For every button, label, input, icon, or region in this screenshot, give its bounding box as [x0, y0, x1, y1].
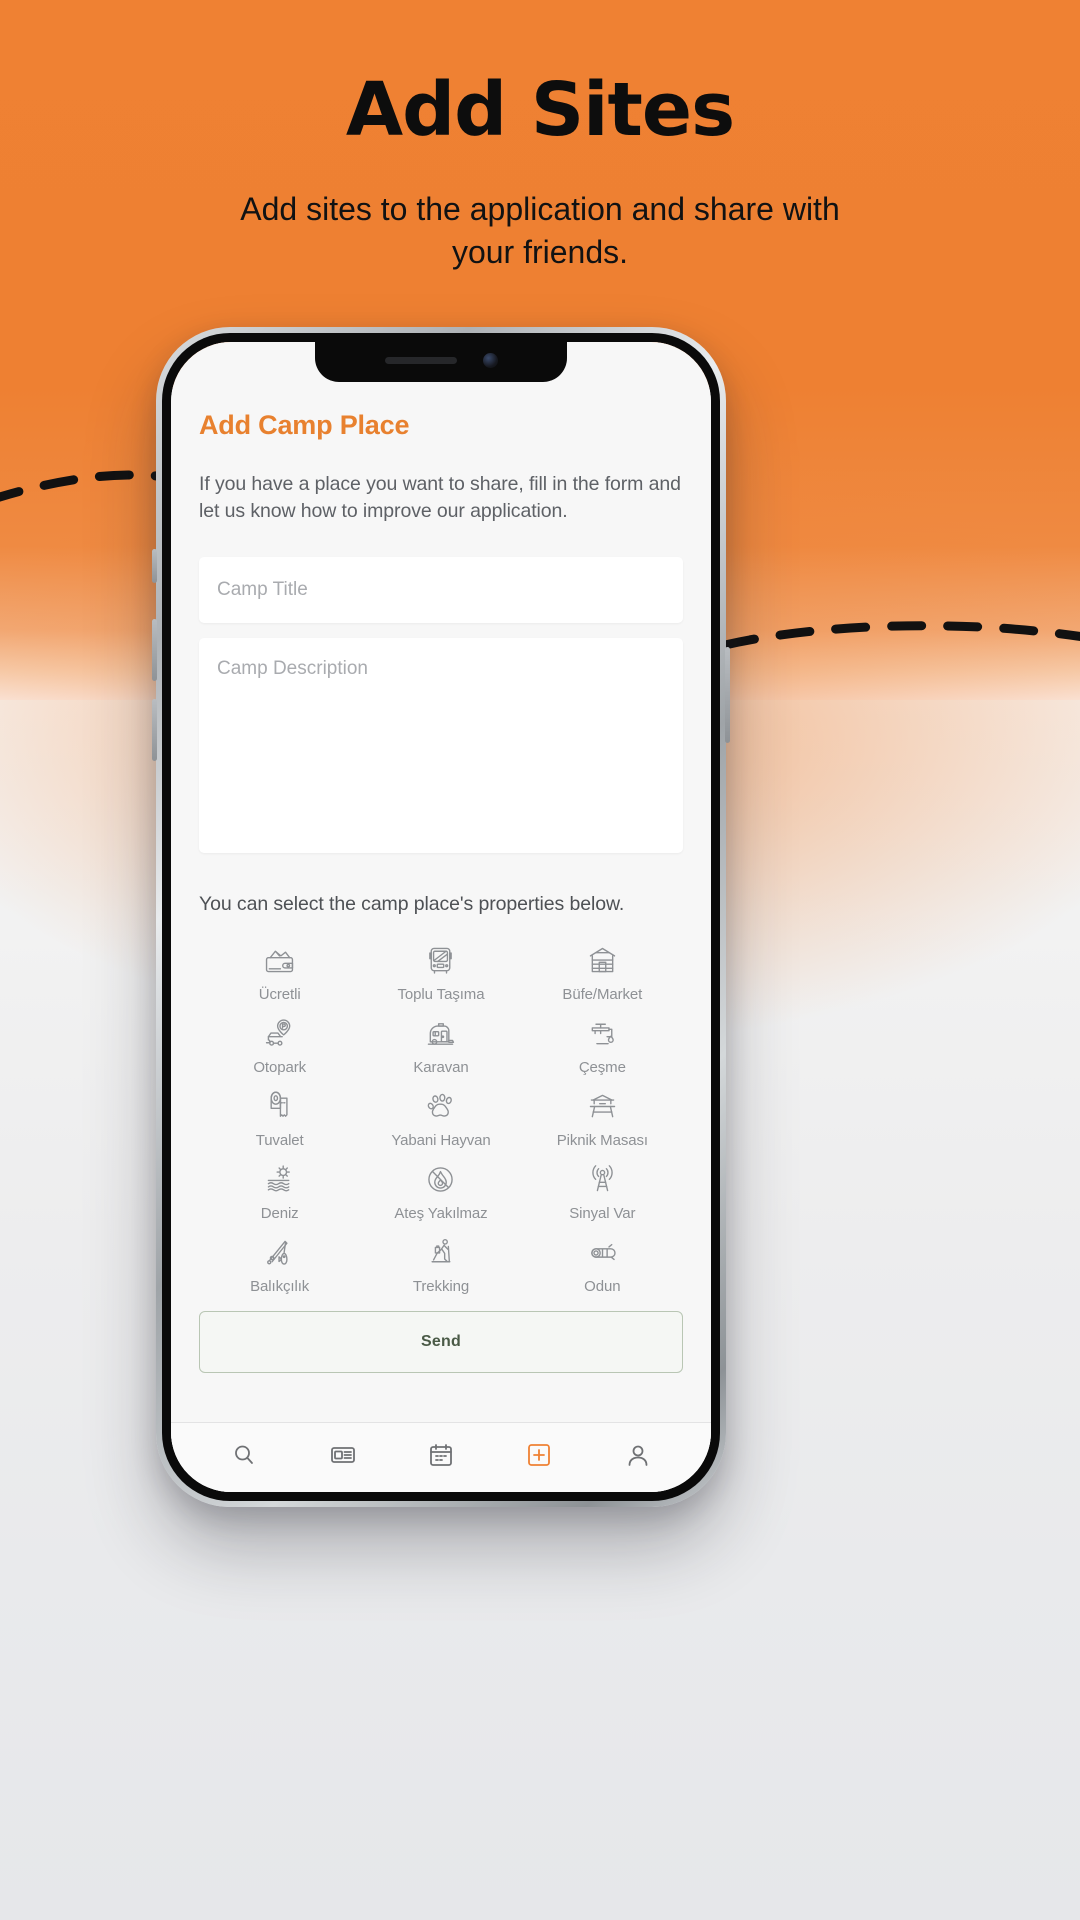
- property-sinyal-var[interactable]: Sinyal Var: [522, 1161, 683, 1222]
- phone-screen: Add Camp Place If you have a place you w…: [171, 342, 711, 1492]
- tab-profile[interactable]: [624, 1441, 652, 1469]
- app-screen-description: If you have a place you want to share, f…: [199, 473, 681, 522]
- phone-power-button: [725, 647, 730, 743]
- phone-mockup: Add Camp Place If you have a place you w…: [152, 327, 730, 1507]
- earpiece-speaker: [384, 356, 457, 364]
- property-label: Yabani Hayvan: [391, 1131, 491, 1149]
- fishing-rod-icon: [267, 1240, 288, 1265]
- property-label: Otopark: [253, 1058, 306, 1076]
- no-fire-icon: [428, 1167, 454, 1192]
- wallet-icon: [266, 950, 294, 973]
- signal-tower-icon: [592, 1164, 613, 1192]
- property-yabani-hayvan[interactable]: Yabani Hayvan: [360, 1088, 521, 1149]
- property-karavan[interactable]: Karavan: [360, 1015, 521, 1076]
- news-icon: [330, 1446, 355, 1463]
- bus-icon: [429, 947, 453, 974]
- page-title: Add Sites: [345, 67, 735, 153]
- property-label: Karavan: [413, 1058, 469, 1076]
- log-icon: [590, 1243, 616, 1260]
- property-label: Büfe/Market: [562, 985, 643, 1003]
- plus-square-icon: [528, 1443, 551, 1466]
- property-label: Odun: [584, 1277, 621, 1295]
- app-container: Add Camp Place If you have a place you w…: [171, 342, 711, 1492]
- app-screen-title: Add Camp Place: [199, 410, 410, 440]
- property-label: Piknik Masası: [556, 1131, 648, 1149]
- parking-icon: [266, 1019, 291, 1046]
- property-label: Sinyal Var: [569, 1204, 636, 1222]
- phone-bezel: Add Camp Place If you have a place you w…: [162, 333, 720, 1501]
- front-camera: [482, 352, 498, 368]
- hero-section: Add Sites Add sites to the application a…: [0, 0, 1080, 274]
- property-ucretli[interactable]: Ücretli: [199, 942, 360, 1003]
- calendar-icon: [430, 1443, 452, 1466]
- faucet-icon: [591, 1023, 614, 1045]
- paw-icon: [428, 1093, 453, 1117]
- send-button[interactable]: Send: [199, 1310, 683, 1373]
- properties-grid: Ücretli Toplu Taşıma Büfe/Market Otopark…: [199, 942, 683, 1295]
- person-icon: [628, 1445, 648, 1466]
- tab-search[interactable]: [230, 1441, 258, 1469]
- property-cesme[interactable]: Çeşme: [522, 1015, 683, 1076]
- phone-notch: [315, 342, 567, 382]
- cabin-store-icon: [589, 947, 616, 973]
- search-icon: [235, 1445, 254, 1464]
- phone-volume-up-button: [152, 619, 157, 681]
- camp-title-placeholder: Camp Title: [217, 578, 308, 600]
- property-piknik-masasi[interactable]: Piknik Masası: [522, 1088, 683, 1149]
- camp-description-input[interactable]: Camp Description: [199, 637, 683, 853]
- property-toplu-tasima[interactable]: Toplu Taşıma: [360, 942, 521, 1003]
- phone-volume-down-button: [152, 699, 157, 761]
- picnic-table-icon: [589, 1094, 616, 1118]
- property-deniz[interactable]: Deniz: [199, 1161, 360, 1222]
- property-label: Balıkçılık: [250, 1277, 310, 1295]
- property-trekking[interactable]: Trekking: [360, 1234, 521, 1295]
- tab-news[interactable]: [329, 1441, 357, 1469]
- toilet-paper-icon: [270, 1091, 288, 1117]
- property-label: Tuvalet: [255, 1131, 304, 1149]
- phone-mute-switch: [152, 549, 157, 583]
- tab-calendar[interactable]: [427, 1441, 455, 1469]
- property-ates-yakilmaz[interactable]: Ateş Yakılmaz: [360, 1161, 521, 1222]
- camp-description-placeholder: Camp Description: [217, 657, 368, 679]
- page-subtitle: Add sites to the application and share w…: [240, 190, 840, 270]
- bottom-navigation: [171, 1422, 711, 1492]
- property-label: Çeşme: [578, 1058, 626, 1076]
- property-label: Ücretli: [258, 985, 301, 1003]
- property-label: Toplu Taşıma: [397, 985, 485, 1003]
- tab-add[interactable]: [525, 1441, 553, 1469]
- property-otopark[interactable]: Otopark: [199, 1015, 360, 1076]
- property-label: Ateş Yakılmaz: [394, 1204, 488, 1222]
- properties-instruction: You can select the camp place's properti…: [199, 892, 625, 915]
- property-label: Trekking: [412, 1277, 470, 1295]
- property-label: Deniz: [260, 1204, 299, 1222]
- property-odun[interactable]: Odun: [522, 1234, 683, 1295]
- app-scroll-area[interactable]: Add Camp Place If you have a place you w…: [171, 342, 711, 1422]
- hiker-icon: [431, 1238, 451, 1263]
- camp-title-input[interactable]: Camp Title: [199, 556, 683, 623]
- property-bufe-market[interactable]: Büfe/Market: [522, 942, 683, 1003]
- sun-sea-icon: [267, 1165, 291, 1192]
- property-tuvalet[interactable]: Tuvalet: [199, 1088, 360, 1149]
- property-balikcilik[interactable]: Balıkçılık: [199, 1234, 360, 1295]
- caravan-icon: [428, 1022, 455, 1045]
